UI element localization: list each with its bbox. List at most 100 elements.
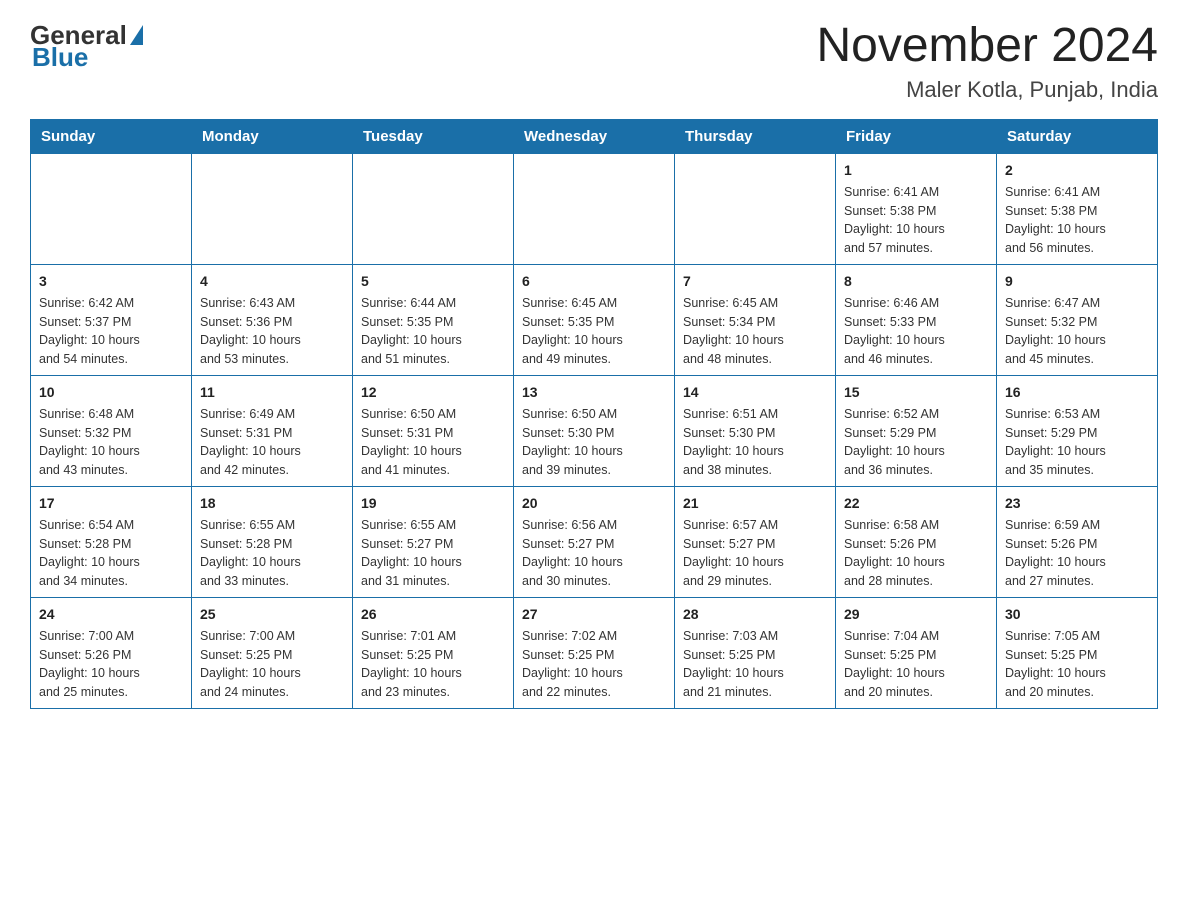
cell-line: Sunset: 5:32 PM (1005, 313, 1149, 332)
calendar-cell: 17Sunrise: 6:54 AMSunset: 5:28 PMDayligh… (31, 486, 192, 597)
cell-line: Sunset: 5:27 PM (522, 535, 666, 554)
cell-content: Sunrise: 6:55 AMSunset: 5:28 PMDaylight:… (200, 516, 344, 591)
cell-line: Sunset: 5:25 PM (522, 646, 666, 665)
cell-line: Daylight: 10 hours (200, 553, 344, 572)
calendar-cell: 2Sunrise: 6:41 AMSunset: 5:38 PMDaylight… (997, 153, 1158, 264)
cell-line: and 20 minutes. (844, 683, 988, 702)
day-number: 13 (522, 382, 666, 403)
cell-line: Sunrise: 6:42 AM (39, 294, 183, 313)
cell-line: Daylight: 10 hours (683, 442, 827, 461)
cell-line: Sunrise: 7:04 AM (844, 627, 988, 646)
calendar-cell: 18Sunrise: 6:55 AMSunset: 5:28 PMDayligh… (192, 486, 353, 597)
calendar-cell: 8Sunrise: 6:46 AMSunset: 5:33 PMDaylight… (836, 264, 997, 375)
day-number: 4 (200, 271, 344, 292)
day-number: 7 (683, 271, 827, 292)
calendar-cell: 11Sunrise: 6:49 AMSunset: 5:31 PMDayligh… (192, 375, 353, 486)
cell-content: Sunrise: 6:56 AMSunset: 5:27 PMDaylight:… (522, 516, 666, 591)
calendar-table: SundayMondayTuesdayWednesdayThursdayFrid… (30, 119, 1158, 709)
calendar-cell: 22Sunrise: 6:58 AMSunset: 5:26 PMDayligh… (836, 486, 997, 597)
cell-line: Sunrise: 6:58 AM (844, 516, 988, 535)
cell-line: and 39 minutes. (522, 461, 666, 480)
cell-line: Daylight: 10 hours (844, 331, 988, 350)
cell-content: Sunrise: 6:57 AMSunset: 5:27 PMDaylight:… (683, 516, 827, 591)
cell-line: Daylight: 10 hours (1005, 220, 1149, 239)
day-number: 18 (200, 493, 344, 514)
cell-content: Sunrise: 6:55 AMSunset: 5:27 PMDaylight:… (361, 516, 505, 591)
cell-content: Sunrise: 6:50 AMSunset: 5:30 PMDaylight:… (522, 405, 666, 480)
cell-content: Sunrise: 6:43 AMSunset: 5:36 PMDaylight:… (200, 294, 344, 369)
cell-content: Sunrise: 6:49 AMSunset: 5:31 PMDaylight:… (200, 405, 344, 480)
calendar-cell: 6Sunrise: 6:45 AMSunset: 5:35 PMDaylight… (514, 264, 675, 375)
cell-line: and 28 minutes. (844, 572, 988, 591)
calendar-cell (192, 153, 353, 264)
cell-content: Sunrise: 6:41 AMSunset: 5:38 PMDaylight:… (1005, 183, 1149, 258)
cell-line: Sunset: 5:33 PM (844, 313, 988, 332)
cell-line: Sunset: 5:31 PM (361, 424, 505, 443)
cell-content: Sunrise: 7:03 AMSunset: 5:25 PMDaylight:… (683, 627, 827, 702)
cell-line: and 25 minutes. (39, 683, 183, 702)
day-number: 8 (844, 271, 988, 292)
cell-line: and 46 minutes. (844, 350, 988, 369)
calendar-cell: 13Sunrise: 6:50 AMSunset: 5:30 PMDayligh… (514, 375, 675, 486)
calendar-cell: 26Sunrise: 7:01 AMSunset: 5:25 PMDayligh… (353, 597, 514, 708)
calendar-cell: 4Sunrise: 6:43 AMSunset: 5:36 PMDaylight… (192, 264, 353, 375)
cell-line: Daylight: 10 hours (522, 442, 666, 461)
calendar-cell: 19Sunrise: 6:55 AMSunset: 5:27 PMDayligh… (353, 486, 514, 597)
cell-line: Daylight: 10 hours (522, 331, 666, 350)
cell-line: and 41 minutes. (361, 461, 505, 480)
cell-content: Sunrise: 6:46 AMSunset: 5:33 PMDaylight:… (844, 294, 988, 369)
calendar-cell: 29Sunrise: 7:04 AMSunset: 5:25 PMDayligh… (836, 597, 997, 708)
day-number: 19 (361, 493, 505, 514)
cell-line: Sunset: 5:28 PM (39, 535, 183, 554)
cell-line: and 45 minutes. (1005, 350, 1149, 369)
cell-line: and 36 minutes. (844, 461, 988, 480)
calendar-header-row: SundayMondayTuesdayWednesdayThursdayFrid… (31, 119, 1158, 153)
calendar-cell (514, 153, 675, 264)
cell-line: Sunrise: 6:50 AM (522, 405, 666, 424)
cell-line: Sunset: 5:28 PM (200, 535, 344, 554)
cell-line: Daylight: 10 hours (361, 553, 505, 572)
cell-line: Sunset: 5:29 PM (1005, 424, 1149, 443)
day-number: 1 (844, 160, 988, 181)
calendar-cell: 21Sunrise: 6:57 AMSunset: 5:27 PMDayligh… (675, 486, 836, 597)
cell-line: Sunrise: 6:41 AM (1005, 183, 1149, 202)
day-number: 5 (361, 271, 505, 292)
cell-line: Daylight: 10 hours (200, 664, 344, 683)
cell-line: Daylight: 10 hours (39, 331, 183, 350)
cell-line: and 48 minutes. (683, 350, 827, 369)
cell-line: and 24 minutes. (200, 683, 344, 702)
cell-line: Daylight: 10 hours (844, 442, 988, 461)
cell-line: Daylight: 10 hours (1005, 442, 1149, 461)
cell-line: Sunset: 5:36 PM (200, 313, 344, 332)
day-number: 27 (522, 604, 666, 625)
cell-line: Sunrise: 6:41 AM (844, 183, 988, 202)
cell-content: Sunrise: 7:02 AMSunset: 5:25 PMDaylight:… (522, 627, 666, 702)
day-number: 2 (1005, 160, 1149, 181)
cell-line: Daylight: 10 hours (522, 553, 666, 572)
calendar-day-header: Sunday (31, 119, 192, 153)
cell-line: Daylight: 10 hours (39, 664, 183, 683)
cell-line: Sunrise: 6:47 AM (1005, 294, 1149, 313)
day-number: 21 (683, 493, 827, 514)
day-number: 20 (522, 493, 666, 514)
cell-content: Sunrise: 6:58 AMSunset: 5:26 PMDaylight:… (844, 516, 988, 591)
cell-line: Daylight: 10 hours (200, 331, 344, 350)
cell-line: Sunrise: 6:45 AM (683, 294, 827, 313)
cell-line: Sunrise: 6:46 AM (844, 294, 988, 313)
calendar-cell: 12Sunrise: 6:50 AMSunset: 5:31 PMDayligh… (353, 375, 514, 486)
cell-line: Sunrise: 6:55 AM (361, 516, 505, 535)
title-block: November 2024 Maler Kotla, Punjab, India (816, 20, 1158, 103)
cell-line: and 49 minutes. (522, 350, 666, 369)
cell-content: Sunrise: 6:47 AMSunset: 5:32 PMDaylight:… (1005, 294, 1149, 369)
day-number: 15 (844, 382, 988, 403)
cell-line: and 33 minutes. (200, 572, 344, 591)
cell-line: Sunset: 5:26 PM (1005, 535, 1149, 554)
cell-line: Sunrise: 6:48 AM (39, 405, 183, 424)
day-number: 6 (522, 271, 666, 292)
cell-content: Sunrise: 6:59 AMSunset: 5:26 PMDaylight:… (1005, 516, 1149, 591)
day-number: 30 (1005, 604, 1149, 625)
cell-line: Sunset: 5:25 PM (361, 646, 505, 665)
cell-line: Daylight: 10 hours (1005, 331, 1149, 350)
cell-line: Sunrise: 6:43 AM (200, 294, 344, 313)
calendar-cell: 27Sunrise: 7:02 AMSunset: 5:25 PMDayligh… (514, 597, 675, 708)
